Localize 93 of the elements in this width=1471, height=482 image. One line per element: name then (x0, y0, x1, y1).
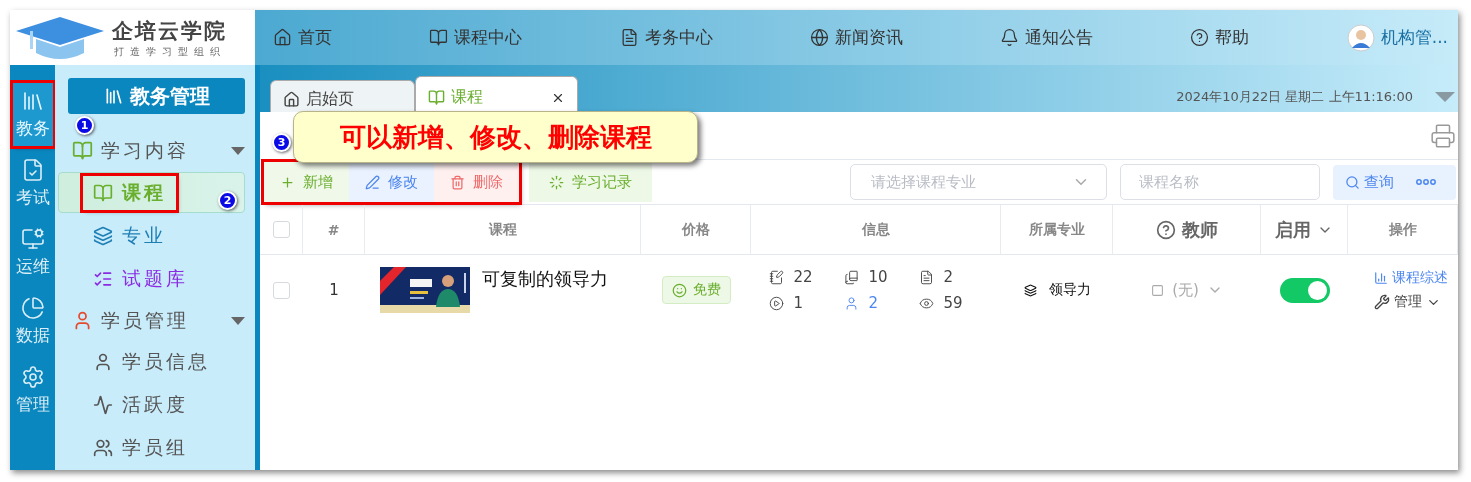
name-field[interactable]: 课程名称 (1120, 164, 1320, 200)
stat-value[interactable]: 2 (843, 294, 919, 312)
nav-icon (1190, 28, 1210, 47)
stat-icon (768, 269, 784, 285)
nav-icon (273, 28, 292, 47)
sidebar-item[interactable]: 试题库 (58, 258, 245, 300)
column-header: 信息 (751, 205, 1001, 255)
checkbox[interactable] (272, 221, 290, 238)
stat-icon (918, 269, 934, 285)
rail-icon (20, 296, 45, 320)
item-icon (93, 352, 113, 373)
rail-icon (20, 365, 45, 389)
enable-toggle[interactable] (1279, 277, 1330, 303)
group-icon (72, 140, 93, 162)
logo-slogan: 打造学习型组织 (113, 44, 226, 59)
nav-link[interactable]: 考务中心 (619, 26, 713, 49)
action-link[interactable]: 课程综述 (1374, 269, 1448, 287)
logo-name: 企培云学院 (112, 17, 227, 45)
price-tag: 免费 (661, 276, 731, 304)
stat-value: 1 (768, 294, 844, 312)
major-name: 领导力 (1023, 281, 1091, 299)
stat-icon (768, 295, 784, 311)
layers-icon (1023, 283, 1037, 297)
date-time: 2024年10月22日 星期二 上午11:16:00 (1176, 88, 1413, 106)
stat-icon (918, 295, 934, 311)
rail-item[interactable]: 运维 (12, 221, 53, 284)
item-icon (93, 395, 113, 416)
button-icon (450, 174, 465, 190)
button-icon (280, 174, 295, 190)
row-number: 1 (328, 280, 340, 301)
rail-item[interactable]: 教务 (12, 83, 53, 146)
search-icon (1345, 174, 1360, 190)
item-icon (93, 225, 113, 246)
column-header: # (303, 205, 365, 255)
column-header: 教师 (1113, 205, 1261, 255)
nav-link[interactable]: 课程中心 (429, 26, 523, 49)
checkbox[interactable] (273, 281, 290, 299)
logo-icon (16, 14, 104, 61)
section-header[interactable]: 教务管理 (68, 78, 245, 115)
more-icon[interactable] (1416, 179, 1436, 185)
sidebar-item[interactable]: 学员信息 (58, 342, 245, 383)
stat-icon (843, 269, 859, 285)
sidebar-group[interactable]: 学员管理 (68, 300, 245, 341)
stat-value: 10 (843, 268, 919, 286)
column-header: 所属专业 (1001, 205, 1113, 255)
wrench-icon (1374, 294, 1390, 310)
teacher-select[interactable]: (无) (1151, 280, 1223, 300)
stat-value: 2 (918, 268, 994, 286)
sidebar-item[interactable]: 学员组 (58, 428, 245, 469)
nav-link[interactable]: 帮助 (1190, 26, 1250, 49)
column-header: 课程 (365, 205, 641, 255)
rail-item[interactable]: 管理 (12, 359, 53, 422)
print-icon (1430, 122, 1456, 149)
rail-icon (20, 227, 45, 251)
toolbar-button[interactable]: 学习记录 (529, 162, 652, 202)
callout-note: 可以新增、修改、删除课程 (293, 111, 698, 163)
dropdown-icon[interactable] (1435, 92, 1455, 102)
rail-item[interactable]: 考试 (12, 152, 53, 215)
button-icon (365, 174, 380, 190)
search-button[interactable]: 查询 (1333, 164, 1456, 200)
rail-item[interactable]: 数据 (12, 290, 53, 353)
toolbar-button[interactable]: 新增 (264, 162, 349, 202)
nav-icon (429, 28, 449, 47)
item-icon (93, 182, 113, 203)
smile-icon (671, 282, 687, 298)
user-menu[interactable]: 机构管... (1346, 23, 1448, 52)
nav-icon (809, 28, 829, 47)
nav-icon (1000, 28, 1020, 47)
nav-link[interactable]: 通知公告 (1000, 26, 1094, 49)
chart-icon (1374, 271, 1388, 285)
column-header: 价格 (641, 205, 751, 255)
item-icon (93, 438, 113, 459)
stat-value: 22 (768, 268, 844, 286)
stat-value: 59 (918, 294, 994, 312)
sidebar-item[interactable]: 专业 (58, 215, 245, 257)
action-link[interactable]: 管理 (1374, 293, 1441, 311)
stat-icon (843, 295, 859, 311)
square-icon (1151, 283, 1165, 297)
toolbar-button[interactable]: 删除 (434, 162, 519, 202)
sidebar-item[interactable]: 活跃度 (58, 385, 245, 426)
column-header: 操作 (1348, 205, 1458, 255)
avatar-icon (1346, 23, 1375, 52)
tab[interactable]: 启始页 (270, 80, 415, 112)
tab-icon (283, 91, 300, 108)
tab-icon (428, 89, 445, 106)
help-icon (1155, 219, 1176, 240)
tab[interactable]: 课程 (415, 76, 578, 112)
toolbar-button[interactable]: 修改 (349, 162, 434, 202)
button-icon (549, 174, 564, 190)
nav-link[interactable]: 首页 (273, 26, 332, 49)
nav-link[interactable]: 新闻资讯 (809, 26, 903, 49)
column-header[interactable]: 启用 (1261, 205, 1348, 255)
course-title[interactable]: 可复制的领导力 (482, 267, 608, 291)
